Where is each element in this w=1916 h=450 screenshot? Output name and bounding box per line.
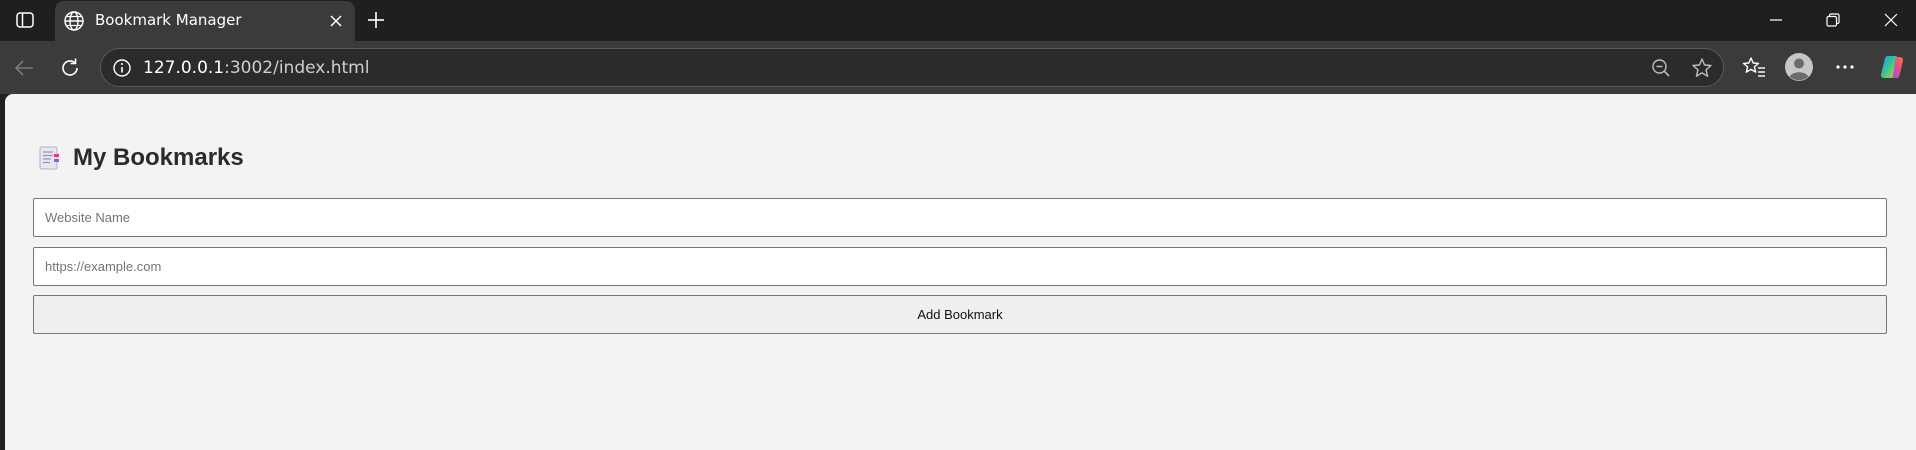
minimize-icon[interactable]: [1764, 8, 1788, 32]
favorites-icon[interactable]: [1741, 54, 1767, 80]
info-icon[interactable]: [111, 57, 133, 79]
website-name-input[interactable]: [33, 198, 1887, 237]
more-icon[interactable]: [1832, 54, 1858, 80]
copilot-icon[interactable]: [1879, 53, 1907, 81]
close-tab-icon[interactable]: [327, 12, 345, 30]
address-bar[interactable]: 127.0.0.1:3002/index.html: [100, 48, 1724, 87]
back-arrow-icon[interactable]: [11, 55, 37, 81]
url-path: :3002/index.html: [224, 58, 370, 78]
url-host: 127.0.0.1: [143, 58, 225, 78]
page-title-text: My Bookmarks: [73, 144, 244, 171]
sidebar-toggle-icon[interactable]: [12, 8, 38, 32]
tab-title: Bookmark Manager: [95, 11, 242, 29]
active-tab[interactable]: Bookmark Manager: [55, 1, 355, 41]
tab-strip: Bookmark Manager: [0, 0, 1916, 41]
close-window-icon[interactable]: [1879, 8, 1903, 32]
page-title: My Bookmarks: [37, 144, 244, 172]
new-tab-icon[interactable]: [365, 9, 387, 31]
page-viewport: My Bookmarks Add Bookmark: [5, 94, 1916, 450]
globe-icon: [63, 10, 85, 32]
browser-toolbar: 127.0.0.1:3002/index.html: [0, 41, 1916, 94]
website-url-input[interactable]: [33, 247, 1887, 286]
bookmark-tabs-icon: [37, 145, 61, 171]
restore-icon[interactable]: [1821, 8, 1845, 32]
star-icon[interactable]: [1690, 56, 1714, 80]
add-bookmark-button[interactable]: Add Bookmark: [33, 295, 1887, 334]
refresh-icon[interactable]: [57, 55, 83, 81]
avatar[interactable]: [1784, 52, 1814, 82]
zoom-out-icon[interactable]: [1650, 57, 1672, 79]
url-text: 127.0.0.1:3002/index.html: [143, 58, 369, 78]
